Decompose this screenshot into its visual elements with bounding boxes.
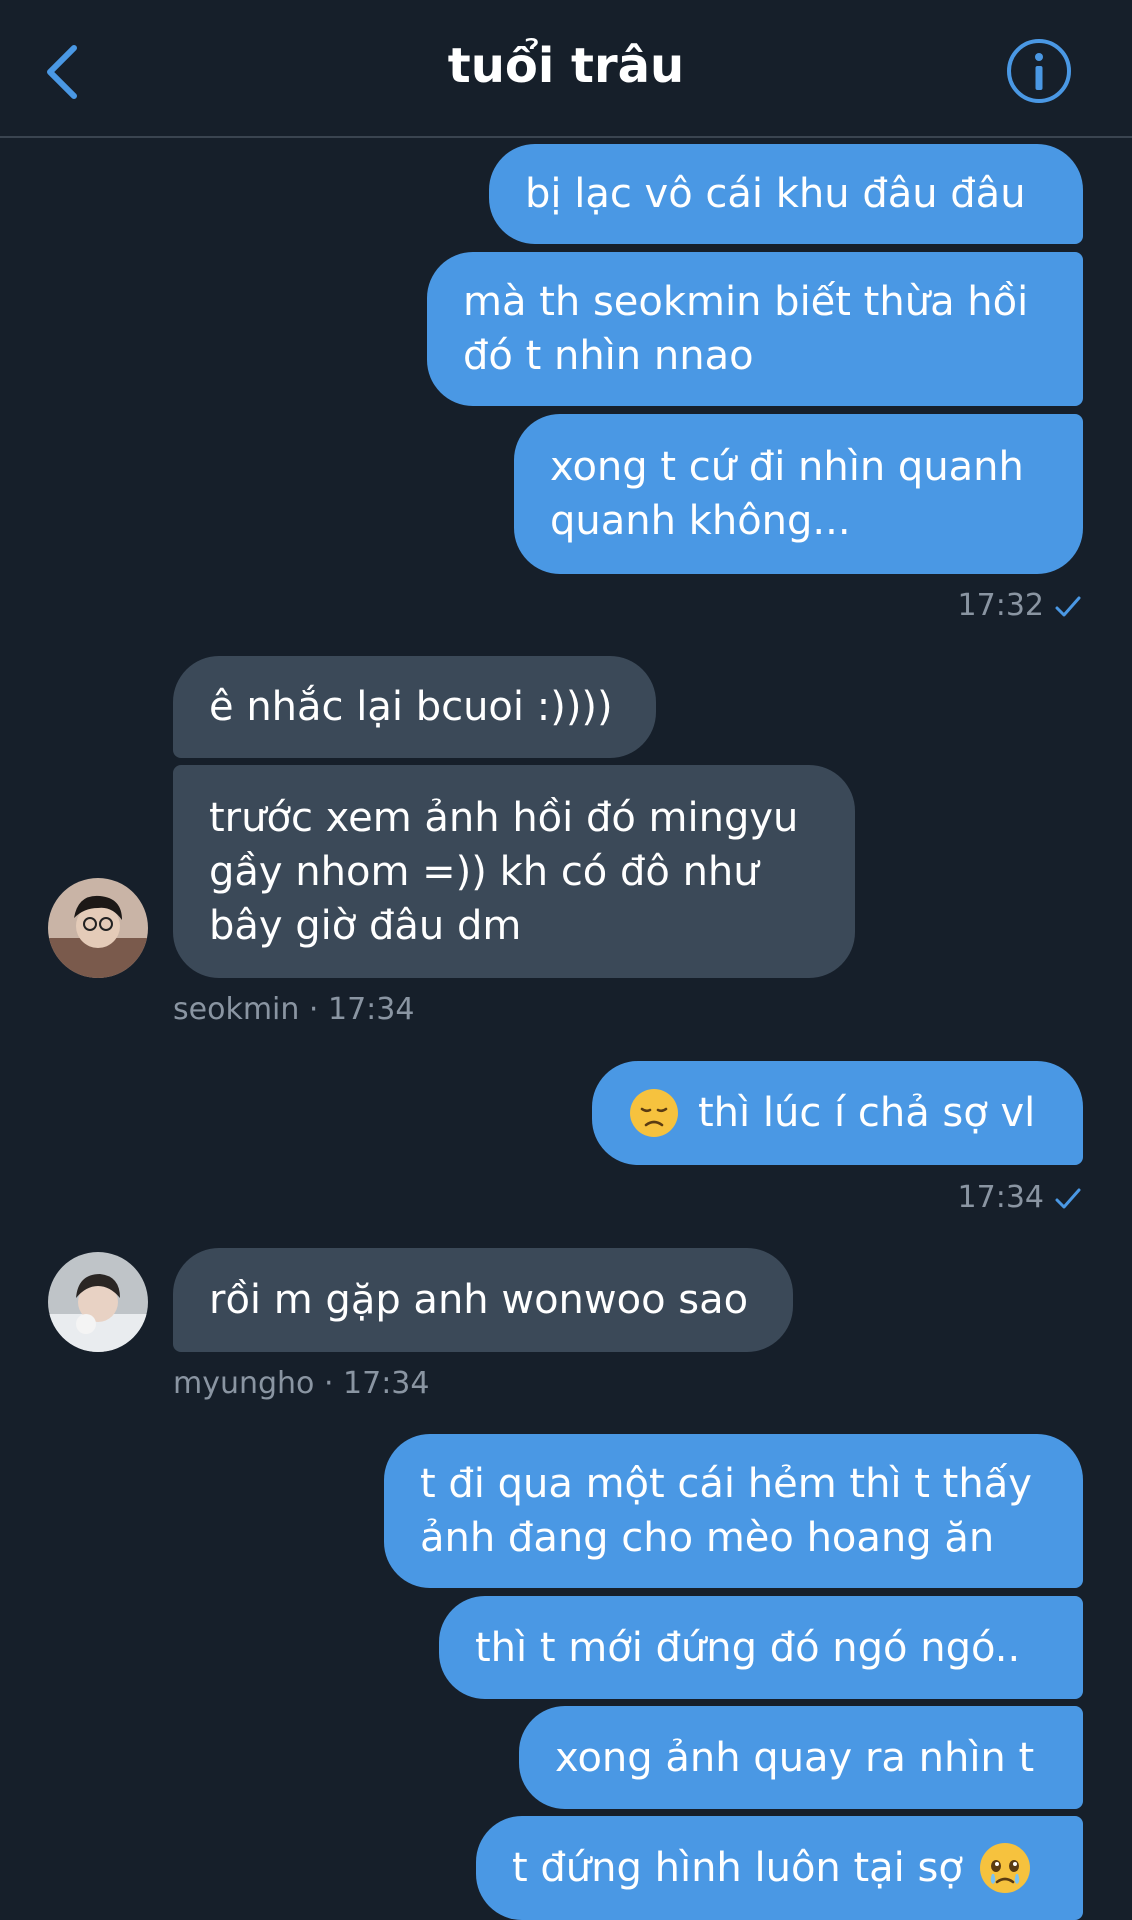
message-timestamp: 17:32 (958, 588, 1082, 623)
avatar[interactable] (48, 1252, 148, 1352)
conversation-title: tuổi trâu (447, 38, 685, 94)
message-bubble-outgoing[interactable]: t đi qua một cái hẻm thì t thấy ảnh đang… (384, 1434, 1083, 1588)
timestamp-text: 17:32 (957, 588, 1044, 623)
avatar-image (48, 878, 148, 978)
message-text: t đứng hình luôn tại sợ (512, 1845, 963, 1891)
message-bubble-incoming[interactable]: trước xem ảnh hồi đó mingyu gầy nhom =))… (173, 765, 855, 978)
sender-info: seokmin · 17:34 (173, 992, 415, 1027)
checkmark-icon (1055, 596, 1081, 616)
message-timestamp: 17:34 (958, 1180, 1082, 1215)
message-bubble-outgoing[interactable]: xong ảnh quay ra nhìn t (519, 1706, 1083, 1809)
message-bubble-outgoing[interactable]: thì lúc í chả sợ vl (592, 1061, 1083, 1165)
message-bubble-outgoing[interactable]: thì t mới đứng đó ngó ngó.. (439, 1596, 1083, 1699)
holding-back-tears-emoji (979, 1843, 1030, 1893)
info-circle-icon (1007, 39, 1071, 103)
conversation-header: tuổi trâu (0, 0, 1132, 138)
message-bubble-outgoing[interactable]: mà th seokmin biết thừa hồi đó t nhìn nn… (427, 252, 1083, 406)
sender-info: myungho · 17:34 (173, 1366, 430, 1401)
message-bubble-incoming[interactable]: rồi m gặp anh wonwoo sao (173, 1248, 793, 1352)
info-button[interactable] (1005, 37, 1073, 105)
message-text: thì lúc í chả sợ vl (698, 1090, 1036, 1136)
avatar-image (48, 1252, 148, 1352)
checkmark-icon (1055, 1188, 1081, 1208)
message-bubble-incoming[interactable]: ê nhắc lại bcuoi :)))) (173, 656, 656, 758)
message-bubble-outgoing[interactable]: xong t cứ đi nhìn quanh quanh không... (514, 414, 1083, 574)
message-bubble-outgoing[interactable]: bị lạc vô cái khu đâu đâu (489, 144, 1083, 244)
timestamp-text: 17:34 (957, 1180, 1044, 1215)
avatar[interactable] (48, 878, 148, 978)
message-bubble-outgoing[interactable]: t đứng hình luôn tại sợ (476, 1816, 1083, 1920)
disappointed-face-emoji (630, 1089, 678, 1137)
